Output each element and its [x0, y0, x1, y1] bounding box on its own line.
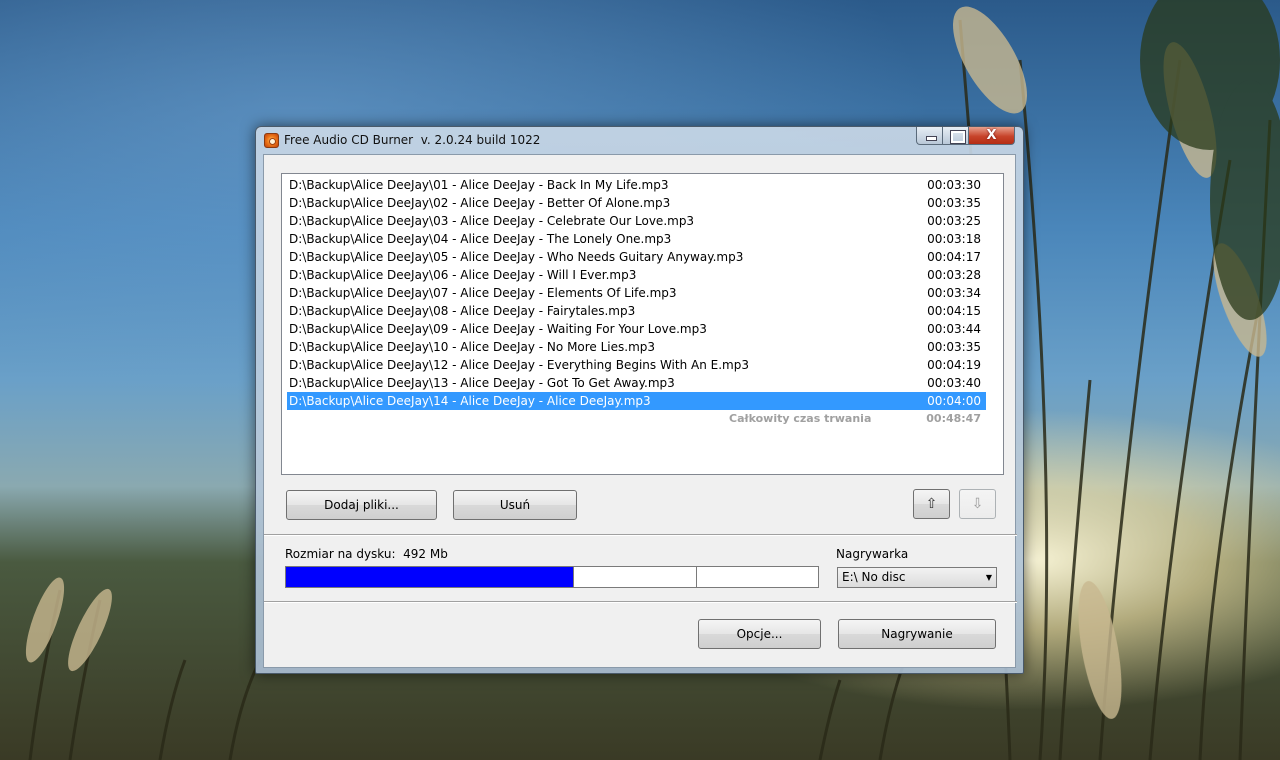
capacity-mark	[695, 567, 697, 587]
track-row[interactable]: D:\Backup\Alice DeeJay\01 - Alice DeeJay…	[287, 176, 986, 194]
burner-selected-value: E:\ No disc	[842, 570, 906, 584]
window-title: Free Audio CD Burner v. 2.0.24 build 102…	[284, 133, 541, 147]
capacity-mark	[573, 567, 575, 587]
arrow-down-icon: ⇩	[971, 496, 984, 512]
track-path: D:\Backup\Alice DeeJay\04 - Alice DeeJay…	[289, 232, 672, 246]
track-duration: 00:03:30	[927, 178, 981, 192]
track-path: D:\Backup\Alice DeeJay\12 - Alice DeeJay…	[289, 358, 749, 372]
track-path: D:\Backup\Alice DeeJay\08 - Alice DeeJay…	[289, 304, 636, 318]
divider	[264, 601, 1017, 603]
move-up-button[interactable]: ⇧	[913, 489, 950, 519]
divider	[264, 534, 1017, 536]
track-row[interactable]: D:\Backup\Alice DeeJay\06 - Alice DeeJay…	[287, 266, 986, 284]
track-duration: 00:04:17	[927, 250, 981, 264]
chevron-down-icon: ▼	[985, 573, 992, 582]
track-path: D:\Backup\Alice DeeJay\10 - Alice DeeJay…	[289, 340, 656, 354]
track-row[interactable]: D:\Backup\Alice DeeJay\04 - Alice DeeJay…	[287, 230, 986, 248]
track-duration: 00:03:34	[927, 286, 981, 300]
disk-usage-bar	[285, 566, 819, 588]
track-row[interactable]: D:\Backup\Alice DeeJay\03 - Alice DeeJay…	[287, 212, 986, 230]
track-path: D:\Backup\Alice DeeJay\06 - Alice DeeJay…	[289, 268, 637, 282]
total-duration-label: Całkowity czas trwania	[729, 412, 872, 425]
track-row[interactable]: D:\Backup\Alice DeeJay\14 - Alice DeeJay…	[287, 392, 986, 410]
track-path: D:\Backup\Alice DeeJay\01 - Alice DeeJay…	[289, 178, 669, 192]
track-duration: 00:03:28	[927, 268, 981, 282]
burn-button[interactable]: Nagrywanie	[838, 619, 996, 649]
options-button[interactable]: Opcje...	[698, 619, 821, 649]
title-bar[interactable]: Free Audio CD Burner v. 2.0.24 build 102…	[256, 127, 1023, 153]
track-row[interactable]: D:\Backup\Alice DeeJay\07 - Alice DeeJay…	[287, 284, 986, 302]
track-duration: 00:03:44	[927, 322, 981, 336]
track-duration: 00:04:15	[927, 304, 981, 318]
track-path: D:\Backup\Alice DeeJay\07 - Alice DeeJay…	[289, 286, 677, 300]
track-path: D:\Backup\Alice DeeJay\05 - Alice DeeJay…	[289, 250, 744, 264]
track-row[interactable]: D:\Backup\Alice DeeJay\05 - Alice DeeJay…	[287, 248, 986, 266]
track-path: D:\Backup\Alice DeeJay\09 - Alice DeeJay…	[289, 322, 707, 336]
track-duration: 00:03:35	[927, 196, 981, 210]
remove-button[interactable]: Usuń	[453, 490, 577, 520]
track-duration: 00:03:40	[927, 376, 981, 390]
total-duration-value: 00:48:47	[926, 412, 981, 425]
add-files-button[interactable]: Dodaj pliki...	[286, 490, 437, 520]
track-path: D:\Backup\Alice DeeJay\02 - Alice DeeJay…	[289, 196, 671, 210]
window-client-area: D:\Backup\Alice DeeJay\01 - Alice DeeJay…	[263, 154, 1017, 668]
track-duration: 00:04:19	[927, 358, 981, 372]
burner-select[interactable]: E:\ No disc ▼	[837, 567, 997, 588]
track-row[interactable]: D:\Backup\Alice DeeJay\02 - Alice DeeJay…	[287, 194, 986, 212]
app-icon[interactable]	[264, 133, 279, 148]
track-row[interactable]: D:\Backup\Alice DeeJay\09 - Alice DeeJay…	[287, 320, 986, 338]
track-row[interactable]: D:\Backup\Alice DeeJay\08 - Alice DeeJay…	[287, 302, 986, 320]
close-icon: X	[986, 128, 997, 143]
track-duration: 00:03:18	[927, 232, 981, 246]
move-down-button[interactable]: ⇩	[959, 489, 996, 519]
close-button[interactable]: X	[969, 127, 1015, 145]
minimize-button[interactable]	[916, 127, 943, 145]
track-row[interactable]: D:\Backup\Alice DeeJay\10 - Alice DeeJay…	[287, 338, 986, 356]
track-row[interactable]: D:\Backup\Alice DeeJay\12 - Alice DeeJay…	[287, 356, 986, 374]
track-row[interactable]: D:\Backup\Alice DeeJay\13 - Alice DeeJay…	[287, 374, 986, 392]
arrow-up-icon: ⇧	[925, 496, 938, 512]
burner-label: Nagrywarka	[836, 547, 909, 561]
app-window: Free Audio CD Burner v. 2.0.24 build 102…	[255, 126, 1024, 674]
track-duration: 00:04:00	[927, 394, 981, 408]
track-path: D:\Backup\Alice DeeJay\14 - Alice DeeJay…	[289, 394, 651, 408]
track-path: D:\Backup\Alice DeeJay\13 - Alice DeeJay…	[289, 376, 675, 390]
track-duration: 00:03:35	[927, 340, 981, 354]
disk-size-label: Rozmiar na dysku: 492 Mb	[285, 547, 448, 561]
track-duration: 00:03:25	[927, 214, 981, 228]
maximize-button[interactable]	[943, 127, 969, 145]
track-path: D:\Backup\Alice DeeJay\03 - Alice DeeJay…	[289, 214, 695, 228]
track-list[interactable]: D:\Backup\Alice DeeJay\01 - Alice DeeJay…	[281, 173, 1004, 475]
total-duration-row: Całkowity czas trwania 00:48:47	[287, 410, 986, 428]
disk-usage-fill	[286, 567, 574, 587]
